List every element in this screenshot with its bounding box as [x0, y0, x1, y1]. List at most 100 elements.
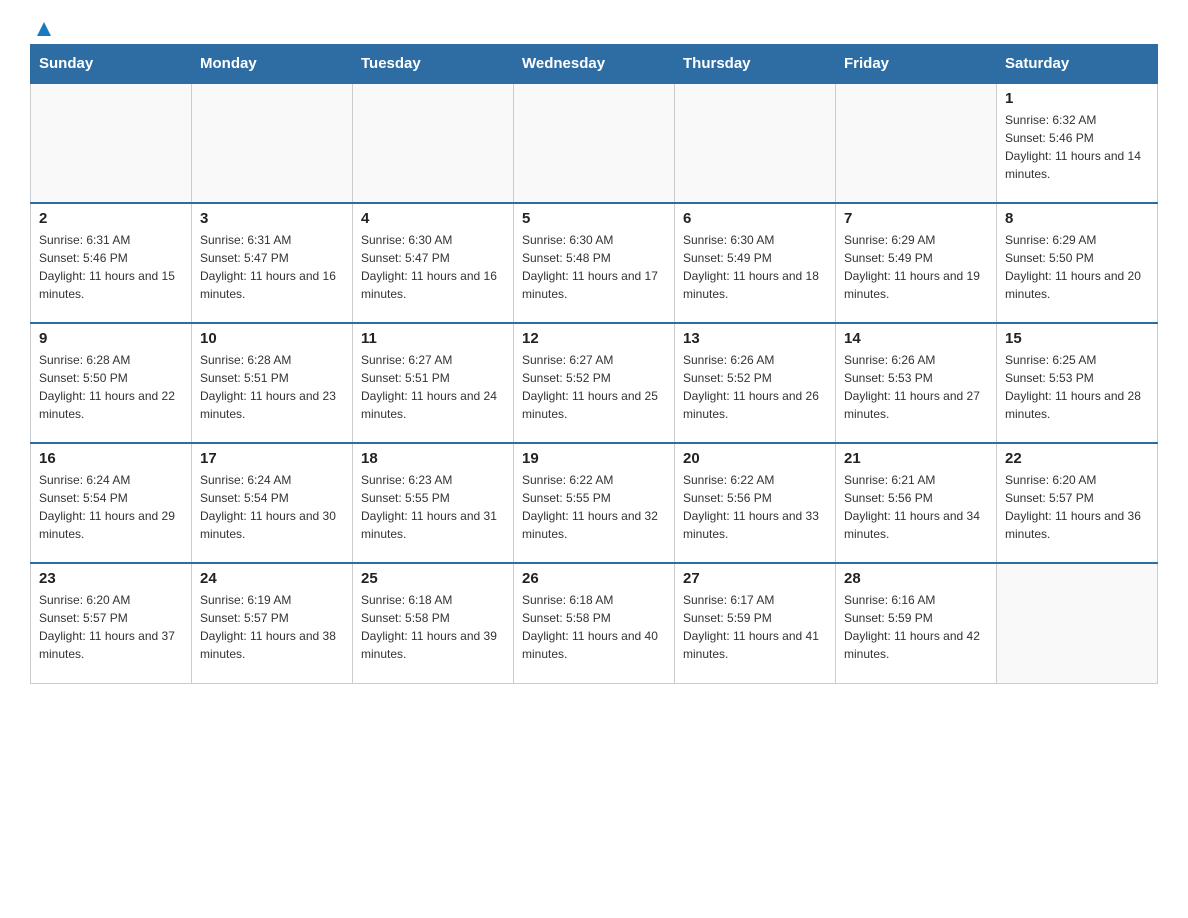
calendar-cell: 6 Sunrise: 6:30 AMSunset: 5:49 PMDaylight…: [675, 203, 836, 323]
day-info: Sunrise: 6:17 AMSunset: 5:59 PMDaylight:…: [683, 591, 827, 663]
day-info: Sunrise: 6:26 AMSunset: 5:53 PMDaylight:…: [844, 351, 988, 423]
day-number: 23: [39, 570, 183, 587]
day-number: 14: [844, 330, 988, 347]
weekday-header-friday: Friday: [836, 45, 997, 84]
day-number: 22: [1005, 450, 1149, 467]
day-info: Sunrise: 6:20 AMSunset: 5:57 PMDaylight:…: [1005, 471, 1149, 543]
calendar-cell: 2 Sunrise: 6:31 AMSunset: 5:46 PMDaylight…: [31, 203, 192, 323]
day-number: 2: [39, 210, 183, 227]
calendar-cell: 14 Sunrise: 6:26 AMSunset: 5:53 PMDayligh…: [836, 323, 997, 443]
day-info: Sunrise: 6:28 AMSunset: 5:51 PMDaylight:…: [200, 351, 344, 423]
calendar-cell: 7 Sunrise: 6:29 AMSunset: 5:49 PMDaylight…: [836, 203, 997, 323]
day-number: 16: [39, 450, 183, 467]
page-header: [30, 20, 1158, 34]
day-info: Sunrise: 6:32 AMSunset: 5:46 PMDaylight:…: [1005, 111, 1149, 183]
day-number: 12: [522, 330, 666, 347]
week-row-2: 2 Sunrise: 6:31 AMSunset: 5:46 PMDaylight…: [31, 203, 1158, 323]
day-info: Sunrise: 6:16 AMSunset: 5:59 PMDaylight:…: [844, 591, 988, 663]
day-info: Sunrise: 6:25 AMSunset: 5:53 PMDaylight:…: [1005, 351, 1149, 423]
day-info: Sunrise: 6:29 AMSunset: 5:50 PMDaylight:…: [1005, 231, 1149, 303]
logo: [30, 20, 55, 34]
week-row-1: 1Sunrise: 6:32 AMSunset: 5:46 PMDaylight…: [31, 83, 1158, 203]
calendar-cell: 21 Sunrise: 6:21 AMSunset: 5:56 PMDayligh…: [836, 443, 997, 563]
calendar-cell: 9 Sunrise: 6:28 AMSunset: 5:50 PMDaylight…: [31, 323, 192, 443]
calendar-cell: 1Sunrise: 6:32 AMSunset: 5:46 PMDaylight…: [997, 83, 1158, 203]
calendar-cell: [514, 83, 675, 203]
calendar-cell: [836, 83, 997, 203]
day-number: 7: [844, 210, 988, 227]
day-number: 25: [361, 570, 505, 587]
weekday-header-sunday: Sunday: [31, 45, 192, 84]
day-number: 18: [361, 450, 505, 467]
day-number: 19: [522, 450, 666, 467]
day-info: Sunrise: 6:30 AMSunset: 5:48 PMDaylight:…: [522, 231, 666, 303]
logo-triangle-icon: [33, 18, 55, 40]
day-number: 21: [844, 450, 988, 467]
day-info: Sunrise: 6:29 AMSunset: 5:49 PMDaylight:…: [844, 231, 988, 303]
day-number: 15: [1005, 330, 1149, 347]
weekday-header-wednesday: Wednesday: [514, 45, 675, 84]
calendar-cell: 23 Sunrise: 6:20 AMSunset: 5:57 PMDayligh…: [31, 563, 192, 683]
day-number: 10: [200, 330, 344, 347]
calendar-cell: 3 Sunrise: 6:31 AMSunset: 5:47 PMDaylight…: [192, 203, 353, 323]
calendar-cell: 4 Sunrise: 6:30 AMSunset: 5:47 PMDaylight…: [353, 203, 514, 323]
day-info: Sunrise: 6:30 AMSunset: 5:49 PMDaylight:…: [683, 231, 827, 303]
day-info: Sunrise: 6:21 AMSunset: 5:56 PMDaylight:…: [844, 471, 988, 543]
calendar-cell: 24 Sunrise: 6:19 AMSunset: 5:57 PMDayligh…: [192, 563, 353, 683]
day-info: Sunrise: 6:22 AMSunset: 5:55 PMDaylight:…: [522, 471, 666, 543]
calendar-cell: 22 Sunrise: 6:20 AMSunset: 5:57 PMDayligh…: [997, 443, 1158, 563]
day-info: Sunrise: 6:28 AMSunset: 5:50 PMDaylight:…: [39, 351, 183, 423]
calendar-cell: 13 Sunrise: 6:26 AMSunset: 5:52 PMDayligh…: [675, 323, 836, 443]
calendar-cell: 20 Sunrise: 6:22 AMSunset: 5:56 PMDayligh…: [675, 443, 836, 563]
weekday-header-thursday: Thursday: [675, 45, 836, 84]
day-number: 28: [844, 570, 988, 587]
week-row-3: 9 Sunrise: 6:28 AMSunset: 5:50 PMDaylight…: [31, 323, 1158, 443]
calendar-table: SundayMondayTuesdayWednesdayThursdayFrid…: [30, 44, 1158, 684]
day-info: Sunrise: 6:30 AMSunset: 5:47 PMDaylight:…: [361, 231, 505, 303]
day-number: 26: [522, 570, 666, 587]
day-number: 24: [200, 570, 344, 587]
calendar-cell: 19 Sunrise: 6:22 AMSunset: 5:55 PMDayligh…: [514, 443, 675, 563]
day-number: 3: [200, 210, 344, 227]
day-number: 9: [39, 330, 183, 347]
calendar-cell: 26Sunrise: 6:18 AMSunset: 5:58 PMDayligh…: [514, 563, 675, 683]
day-info: Sunrise: 6:20 AMSunset: 5:57 PMDaylight:…: [39, 591, 183, 663]
calendar-cell: [997, 563, 1158, 683]
calendar-cell: 18 Sunrise: 6:23 AMSunset: 5:55 PMDayligh…: [353, 443, 514, 563]
day-info: Sunrise: 6:18 AMSunset: 5:58 PMDaylight:…: [361, 591, 505, 663]
calendar-cell: 28 Sunrise: 6:16 AMSunset: 5:59 PMDayligh…: [836, 563, 997, 683]
day-number: 8: [1005, 210, 1149, 227]
day-info: Sunrise: 6:31 AMSunset: 5:46 PMDaylight:…: [39, 231, 183, 303]
calendar-cell: 27Sunrise: 6:17 AMSunset: 5:59 PMDayligh…: [675, 563, 836, 683]
weekday-header-tuesday: Tuesday: [353, 45, 514, 84]
calendar-cell: 5Sunrise: 6:30 AMSunset: 5:48 PMDaylight…: [514, 203, 675, 323]
day-info: Sunrise: 6:26 AMSunset: 5:52 PMDaylight:…: [683, 351, 827, 423]
calendar-cell: [353, 83, 514, 203]
calendar-cell: 12 Sunrise: 6:27 AMSunset: 5:52 PMDayligh…: [514, 323, 675, 443]
day-info: Sunrise: 6:22 AMSunset: 5:56 PMDaylight:…: [683, 471, 827, 543]
day-number: 11: [361, 330, 505, 347]
day-number: 20: [683, 450, 827, 467]
day-info: Sunrise: 6:24 AMSunset: 5:54 PMDaylight:…: [200, 471, 344, 543]
day-number: 4: [361, 210, 505, 227]
calendar-cell: [192, 83, 353, 203]
weekday-header-monday: Monday: [192, 45, 353, 84]
calendar-cell: 10 Sunrise: 6:28 AMSunset: 5:51 PMDayligh…: [192, 323, 353, 443]
day-number: 6: [683, 210, 827, 227]
week-row-5: 23 Sunrise: 6:20 AMSunset: 5:57 PMDayligh…: [31, 563, 1158, 683]
calendar-cell: [675, 83, 836, 203]
day-info: Sunrise: 6:24 AMSunset: 5:54 PMDaylight:…: [39, 471, 183, 543]
day-info: Sunrise: 6:31 AMSunset: 5:47 PMDaylight:…: [200, 231, 344, 303]
week-row-4: 16 Sunrise: 6:24 AMSunset: 5:54 PMDayligh…: [31, 443, 1158, 563]
day-number: 13: [683, 330, 827, 347]
day-info: Sunrise: 6:19 AMSunset: 5:57 PMDaylight:…: [200, 591, 344, 663]
day-number: 17: [200, 450, 344, 467]
calendar-cell: 11Sunrise: 6:27 AMSunset: 5:51 PMDayligh…: [353, 323, 514, 443]
calendar-cell: 16 Sunrise: 6:24 AMSunset: 5:54 PMDayligh…: [31, 443, 192, 563]
day-info: Sunrise: 6:23 AMSunset: 5:55 PMDaylight:…: [361, 471, 505, 543]
weekday-header-saturday: Saturday: [997, 45, 1158, 84]
day-info: Sunrise: 6:27 AMSunset: 5:52 PMDaylight:…: [522, 351, 666, 423]
calendar-cell: 17 Sunrise: 6:24 AMSunset: 5:54 PMDayligh…: [192, 443, 353, 563]
calendar-cell: [31, 83, 192, 203]
calendar-cell: 25 Sunrise: 6:18 AMSunset: 5:58 PMDayligh…: [353, 563, 514, 683]
